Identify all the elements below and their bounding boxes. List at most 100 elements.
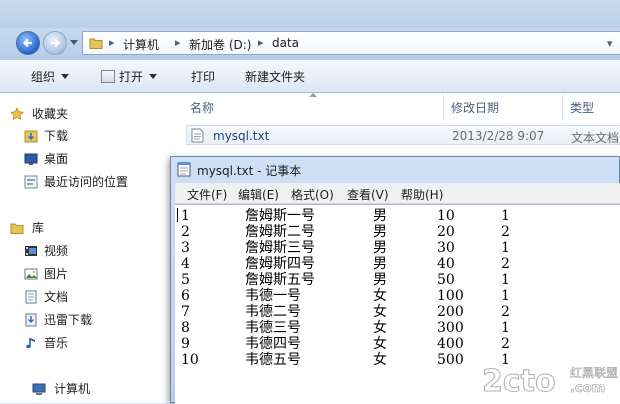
star-icon	[10, 107, 24, 120]
svg-text:红黑联盟: 红黑联盟	[570, 365, 618, 380]
cell-id: 5	[181, 272, 190, 288]
nav-label: 计算机	[54, 382, 91, 396]
text-line: 3 詹姆斯三号 男 30 1	[175, 240, 620, 256]
address-bar[interactable]: ▸ 计算机 ▸ 新加卷 (D:) ▸ data ▾	[82, 31, 620, 55]
chevron-down-icon	[61, 74, 70, 79]
organize-button[interactable]: 组织	[31, 68, 70, 85]
nav-downloads[interactable]: 下载	[24, 127, 68, 145]
navigation-bar: ▸ 计算机 ▸ 新加卷 (D:) ▸ data ▾	[0, 28, 620, 60]
text-line: 2 詹姆斯二号 男 20 2	[175, 224, 620, 240]
file-modified: 2013/2/28 9:07	[452, 129, 545, 143]
cell-id: 8	[181, 320, 190, 336]
nav-documents[interactable]: 文档	[25, 288, 69, 306]
nav-computer[interactable]: 计算机	[32, 380, 91, 398]
column-divider[interactable]	[562, 93, 563, 121]
cell-id: 7	[181, 304, 190, 320]
column-header-type[interactable]: 类型	[570, 99, 594, 116]
cell-name: 詹姆斯三号	[245, 240, 315, 256]
cell-value: 300	[437, 320, 464, 336]
menu-file[interactable]: 文件(F)	[187, 186, 227, 203]
nav-libraries[interactable]: 库	[10, 219, 45, 237]
arrow-left-icon	[22, 38, 32, 48]
breadcrumb-separator[interactable]: ▸	[258, 36, 264, 49]
menu-edit[interactable]: 编辑(E)	[238, 186, 279, 203]
recent-pages-dropdown[interactable]	[70, 40, 78, 45]
music-note-icon	[26, 338, 35, 349]
cell-name: 詹姆斯四号	[245, 256, 315, 272]
cell-name: 韦德四号	[245, 336, 301, 352]
notepad-title: mysql.txt - 记事本	[197, 164, 302, 178]
folder-icon	[89, 38, 103, 49]
column-divider[interactable]	[443, 93, 444, 121]
picture-library-icon	[24, 268, 38, 280]
nav-music[interactable]: 音乐	[26, 334, 68, 352]
cell-flag: 2	[501, 256, 510, 272]
video-library-icon	[25, 246, 37, 256]
cell-value: 400	[437, 336, 464, 352]
cell-gender: 女	[373, 336, 387, 352]
cell-name: 詹姆斯二号	[245, 224, 315, 240]
column-header-date[interactable]: 修改日期	[451, 99, 499, 116]
forward-button[interactable]	[43, 31, 67, 55]
print-button[interactable]: 打印	[191, 68, 215, 85]
explorer-titlebar	[0, 0, 620, 28]
cell-id: 3	[181, 240, 190, 256]
nav-desktop[interactable]: 桌面	[24, 150, 68, 168]
breadcrumb-data[interactable]: data	[272, 36, 299, 50]
nav-label: 文档	[44, 290, 69, 304]
new-folder-button[interactable]: 新建文件夹	[245, 68, 305, 85]
file-row[interactable]: mysql.txt 2013/2/28 9:07 文本文档	[186, 125, 620, 145]
cell-gender: 女	[373, 320, 387, 336]
cell-gender: 女	[373, 304, 387, 320]
nav-label: 收藏夹	[32, 107, 69, 121]
chevron-down-icon	[149, 74, 158, 79]
cell-flag: 1	[501, 320, 510, 336]
cell-name: 韦德二号	[245, 304, 301, 320]
cell-value: 30	[437, 240, 455, 256]
text-line: 1 詹姆斯一号 男 10 1	[175, 208, 620, 224]
cell-flag: 2	[501, 224, 510, 240]
nav-recent-places[interactable]: 最近访问的位置	[24, 173, 128, 191]
text-file-icon	[191, 128, 204, 143]
file-type: 文本文档	[571, 131, 620, 145]
open-button[interactable]: 打开	[101, 68, 158, 85]
cell-gender: 女	[373, 288, 387, 304]
nav-label: 库	[32, 221, 45, 235]
menu-format[interactable]: 格式(O)	[291, 186, 334, 203]
text-line: 7 韦德二号 女 200 2	[175, 304, 620, 320]
breadcrumb-drive[interactable]: 新加卷 (D:)	[189, 36, 251, 53]
cell-gender: 男	[373, 224, 387, 240]
cell-gender: 女	[373, 352, 387, 368]
notepad-menubar: 文件(F) 编辑(E) 格式(O) 查看(V) 帮助(H)	[175, 183, 620, 204]
breadcrumb-separator[interactable]: ▸	[109, 36, 115, 49]
cell-id: 1	[181, 208, 190, 224]
cell-flag: 1	[501, 288, 510, 304]
notepad-icon	[177, 162, 191, 177]
menu-view[interactable]: 查看(V)	[347, 186, 389, 203]
nav-favorites[interactable]: 收藏夹	[10, 105, 69, 123]
cell-gender: 男	[373, 272, 387, 288]
text-line: 9 韦德四号 女 400 2	[175, 336, 620, 352]
file-name: mysql.txt	[213, 129, 270, 143]
open-label: 打开	[119, 70, 144, 84]
nav-thunder-downloads[interactable]: 迅雷下载	[25, 311, 93, 329]
cell-value: 500	[437, 352, 464, 368]
menu-help[interactable]: 帮助(H)	[401, 186, 443, 203]
breadcrumb-computer[interactable]: 计算机	[123, 36, 159, 53]
navigation-pane: 收藏夹 下载 桌面 最近访问的位置 库 视频 图片 文档 迅雷下载 音乐 计算机	[0, 93, 178, 403]
nav-label: 迅雷下载	[44, 313, 93, 327]
organize-label: 组织	[31, 70, 56, 84]
arrow-right-icon	[51, 38, 61, 48]
nav-pictures[interactable]: 图片	[24, 265, 68, 283]
recent-places-icon	[24, 175, 38, 189]
cell-flag: 2	[501, 336, 510, 352]
nav-videos[interactable]: 视频	[25, 242, 68, 260]
text-line: 5 詹姆斯五号 男 50 1	[175, 272, 620, 288]
column-header-name[interactable]: 名称	[190, 99, 214, 116]
address-dropdown-icon[interactable]: ▾	[607, 37, 613, 50]
back-button[interactable]	[16, 31, 40, 55]
cell-id: 9	[181, 336, 190, 352]
svg-text:2cto: 2cto	[482, 364, 556, 399]
library-icon	[10, 223, 24, 234]
breadcrumb-separator[interactable]: ▸	[175, 36, 181, 49]
